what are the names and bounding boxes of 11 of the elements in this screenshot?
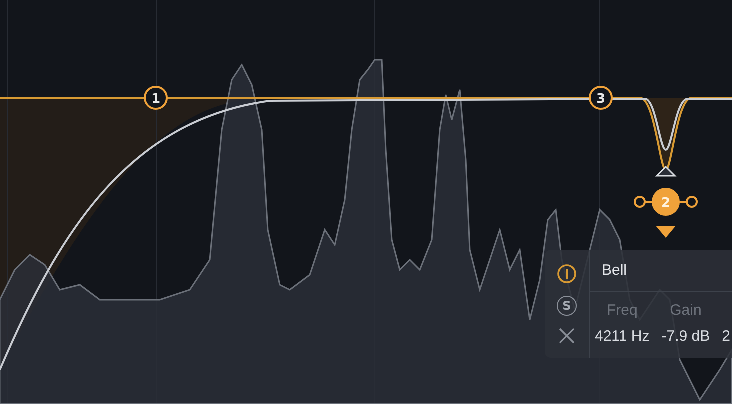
filter-shape-label[interactable]: Bell [602, 262, 628, 279]
param-label: Gain [670, 302, 702, 320]
solo-button[interactable]: S [557, 296, 577, 316]
param-value[interactable]: 4211 Hz [595, 328, 650, 345]
param-label: Freq [606, 302, 638, 320]
param-value[interactable]: 2 [722, 328, 730, 345]
param-value[interactable]: -7.9 dB [662, 328, 710, 345]
power-icon[interactable] [557, 264, 577, 284]
up-arrow-icon[interactable] [655, 166, 677, 177]
down-arrow-icon[interactable] [656, 226, 676, 238]
close-icon[interactable] [559, 328, 575, 344]
